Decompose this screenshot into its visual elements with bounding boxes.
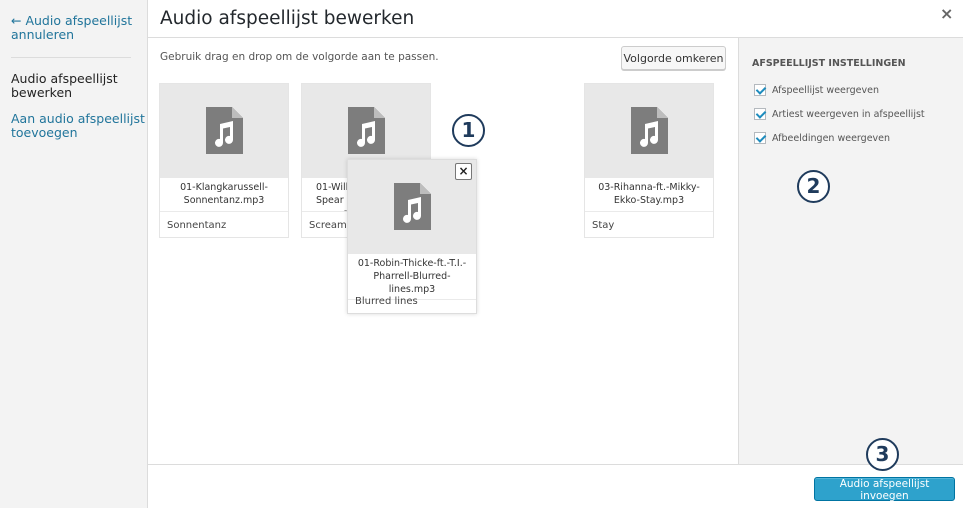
menu-item-edit-line1: Audio afspeellijst: [11, 71, 118, 86]
filename-line: 01-Robin-Thicke-ft.-T.I.-: [357, 258, 467, 269]
audio-file-icon: [206, 107, 243, 154]
menu-item-edit-playlist[interactable]: Audio afspeellijst bewerken: [11, 72, 118, 100]
checkbox-checked-icon[interactable]: [754, 84, 766, 96]
audio-file-icon: [394, 183, 431, 230]
cancel-playlist-link[interactable]: ← Audio afspeellijst annuleren: [11, 14, 132, 42]
audio-file-icon: [631, 107, 668, 154]
audio-file-icon: [348, 107, 385, 154]
filename-line: lines.mp3: [388, 284, 436, 295]
setting-label: Afbeeldingen weergeven: [772, 132, 891, 144]
attachment-caption[interactable]: Stay: [592, 220, 614, 231]
attachment-card[interactable]: 03-Rihanna-ft.-Mikky- Ekko-Stay.mp3 Stay: [584, 83, 714, 238]
page-title: Audio afspeellijst bewerken: [160, 8, 415, 29]
cancel-link-line2: annuleren: [11, 27, 75, 42]
filename-line: Pharrell-Blurred-: [373, 271, 451, 282]
filename-line: 03-Rihanna-ft.-Mikky-: [598, 182, 700, 193]
attachment-filename: 01-Klangkarussell- Sonnentanz.mp3: [160, 178, 288, 212]
playlist-settings-panel: AFSPEELLIJST INSTELLINGEN Afspeellijst w…: [738, 38, 963, 464]
annotation-badge-1: 1: [452, 114, 485, 147]
filename-line: 01-Klangkarussell-: [180, 182, 268, 193]
attachment-filename: 01-Robin-Thicke-ft.-T.I.- Pharrell-Blurr…: [348, 254, 476, 300]
dragged-attachment-card[interactable]: × 01-Robin-Thicke-ft.-T.I.- Pharrell-Blu…: [347, 159, 477, 314]
checkbox-checked-icon[interactable]: [754, 132, 766, 144]
add-link-line1: Aan audio afspeellijst: [11, 111, 145, 126]
add-to-playlist-link[interactable]: Aan audio afspeellijst toevoegen: [11, 112, 145, 140]
attachment-thumbnail: ×: [348, 160, 476, 254]
annotation-badge-3: 3: [866, 438, 899, 471]
reverse-order-button[interactable]: Volgorde omkeren: [621, 46, 726, 70]
filename-line: Ekko-Stay.mp3: [613, 195, 685, 206]
attachment-thumbnail: [585, 84, 713, 178]
setting-label: Artiest weergeven in afspeellijst: [772, 108, 925, 120]
menu-item-edit-line2: bewerken: [11, 85, 73, 100]
setting-show-images[interactable]: Afbeeldingen weergeven: [754, 131, 890, 145]
close-icon[interactable]: ×: [940, 4, 953, 23]
media-frame-menu: ← Audio afspeellijst annuleren Audio afs…: [0, 0, 148, 508]
annotation-badge-2: 2: [797, 170, 830, 203]
insert-playlist-button[interactable]: Audio afspeellijst invoegen: [814, 477, 955, 502]
cancel-link-line1: ← Audio afspeellijst: [11, 13, 133, 28]
settings-title: AFSPEELLIJST INSTELLINGEN: [752, 58, 906, 69]
filename-line: Sonnentanz.mp3: [183, 195, 265, 206]
setting-label: Afspeellijst weergeven: [772, 84, 879, 96]
attachment-caption[interactable]: Sonnentanz: [167, 220, 226, 231]
instructions-text: Gebruik drag en drop om de volgorde aan …: [160, 51, 439, 63]
menu-separator: [11, 57, 131, 58]
attachment-card[interactable]: 01-Klangkarussell- Sonnentanz.mp3 Sonnen…: [159, 83, 289, 238]
remove-attachment-button[interactable]: ×: [455, 163, 472, 180]
attachment-thumbnail: [160, 84, 288, 178]
attachment-filename: 03-Rihanna-ft.-Mikky- Ekko-Stay.mp3: [585, 178, 713, 212]
setting-show-artist[interactable]: Artiest weergeven in afspeellijst: [754, 107, 925, 121]
add-link-line2: toevoegen: [11, 125, 78, 140]
setting-show-tracklist[interactable]: Afspeellijst weergeven: [754, 83, 879, 97]
attachment-caption[interactable]: Blurred lines: [355, 296, 418, 307]
checkbox-checked-icon[interactable]: [754, 108, 766, 120]
